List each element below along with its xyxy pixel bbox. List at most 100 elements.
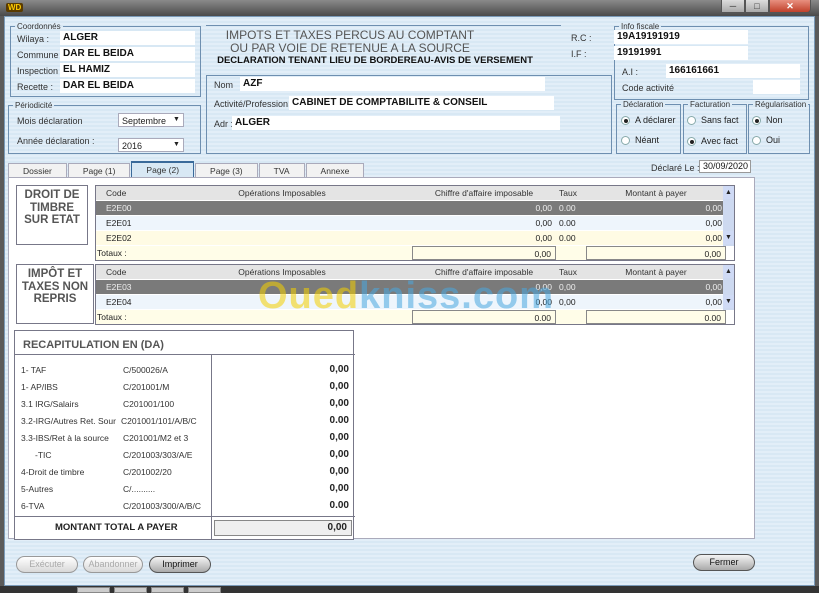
maximize-button[interactable]: □ [745,0,769,13]
radio-a-declarer[interactable]: A déclarer [621,115,676,125]
abandonner-button[interactable]: Abandonner [83,556,143,573]
recap-amount: 0,00 [329,381,349,392]
commune-field[interactable]: DAR EL BEIDA [60,47,195,61]
executer-button[interactable]: Exécuter [16,556,78,573]
recap-name: 1- AP/IBS [21,382,58,392]
impot-non-repris-grid: Code Opérations Imposables Chiffre d'aff… [95,264,735,325]
table-row[interactable]: E2E02 0,00 0.00 0,00 [96,231,726,245]
coordonnees-legend: Coordonnés [17,22,61,31]
cell-operation[interactable] [152,280,412,294]
col-taux[interactable]: Taux [556,186,586,200]
header-divider [206,25,561,26]
recette-field[interactable]: DAR EL BEIDA [60,79,195,93]
col-operations[interactable]: Opérations Imposables [152,265,412,279]
scroll-up-icon[interactable]: ▲ [723,265,734,278]
activite-field[interactable]: CABINET DE COMPTABILITE & CONSEIL [289,96,554,110]
radio-avec-fact[interactable]: Avec fact [687,136,738,146]
cell-chiffre[interactable]: 0,00 [412,295,556,309]
col-operations[interactable]: Opérations Imposables [152,186,412,200]
tab-dossier[interactable]: Dossier [8,163,67,178]
scroll-up-icon[interactable]: ▲ [723,186,734,199]
radio-non[interactable]: Non [752,115,783,125]
chevron-down-icon[interactable]: ▼ [171,140,182,150]
cell-chiffre[interactable]: 0,00 [412,216,556,230]
tab-tva[interactable]: TVA [258,163,305,178]
tab-page-2[interactable]: Page (2) [131,161,195,178]
wilaya-field[interactable]: ALGER [60,31,195,45]
recap-name: 1- TAF [21,365,47,375]
recap-name: 6-TVA [21,501,45,511]
fermer-button[interactable]: Fermer [693,554,755,571]
col-chiffre[interactable]: Chiffre d'affaire imposable [412,186,556,200]
vertical-scrollbar[interactable]: ▲ ▼ [723,265,734,310]
droit-timbre-grid: Code Opérations Imposables Chiffre d'aff… [95,185,735,261]
declare-le-field[interactable]: 30/09/2020 [699,160,751,173]
recap-name: 3.3-IBS/Ret à la source [21,433,109,443]
tab-annexe[interactable]: Annexe [305,163,365,178]
radio-neant[interactable]: Néant [621,135,659,145]
radio-dot [621,115,630,125]
cell-operation[interactable] [152,201,412,215]
cell-chiffre[interactable]: 0,00 [412,280,556,294]
ai-field[interactable]: 166161661 [666,64,800,78]
nom-label: Nom [214,80,234,90]
scroll-down-icon[interactable]: ▼ [723,295,734,308]
taskbar-button[interactable] [77,587,110,593]
if-label: I.F : [571,49,587,59]
if-field[interactable]: 19191991 [614,46,748,60]
impot-non-repris-title: IMPÔT ET TAXES NON REPRIS [16,264,94,324]
taskbar-button[interactable] [188,587,221,593]
table-row[interactable]: E2E01 0,00 0.00 0,00 [96,216,726,230]
cell-code: E2E01 [106,218,132,228]
table-row[interactable]: E2E03 0,00 0,00 0,00 [96,280,726,294]
radio-oui[interactable]: Oui [752,135,780,145]
col-code[interactable]: Code [96,186,152,200]
recap-row: 3.1 IRG/Salairs C201001/100 0,00 [21,396,349,412]
table-row[interactable]: E2E04 0,00 0,00 0,00 [96,295,726,309]
totals-row: Totaux : 0.00 0.00 [96,310,726,324]
close-button[interactable]: ✕ [769,0,811,13]
cell-chiffre[interactable]: 0,00 [412,231,556,245]
chevron-down-icon[interactable]: ▼ [171,115,182,125]
imprimer-button[interactable]: Imprimer [149,556,211,573]
col-chiffre[interactable]: Chiffre d'affaire imposable [412,265,556,279]
grid-header: Code Opérations Imposables Chiffre d'aff… [96,186,726,200]
recap-code: C/201001/M [123,382,170,392]
cell-operation[interactable] [152,216,412,230]
recap-row: -TIC C/201003/303/A/E 0,00 [21,447,349,463]
radio-label: Oui [766,135,781,145]
inspection-field[interactable]: EL HAMIZ [60,63,195,77]
grid-header: Code Opérations Imposables Chiffre d'aff… [96,265,726,279]
code-activite-field[interactable] [753,80,800,94]
radio-dot [752,135,761,145]
nom-field[interactable]: AZF [240,77,545,91]
radio-sans-fact[interactable]: Sans fact [687,115,739,125]
ai-label: A.I : [622,67,639,77]
taskbar-button[interactable] [151,587,184,593]
tab-page-1[interactable]: Page (1) [67,163,131,178]
taskbar-button[interactable] [114,587,147,593]
total-chiffre: 0,00 [412,246,556,260]
cell-operation[interactable] [152,231,412,245]
col-taux[interactable]: Taux [556,265,586,279]
col-code[interactable]: Code [96,265,152,279]
minimize-button[interactable]: ─ [721,0,745,13]
vertical-scrollbar[interactable]: ▲ ▼ [723,186,734,246]
col-montant[interactable]: Montant à payer [586,265,726,279]
recap-amount: 0,00 [329,432,349,443]
cell-operation[interactable] [152,295,412,309]
cell-chiffre[interactable]: 0,00 [412,201,556,215]
annee-select[interactable]: 2016 ▼ [118,138,184,152]
recap-amount: 0.00 [329,415,349,426]
radio-dot [621,135,630,145]
recap-total-divider [15,516,355,517]
col-montant[interactable]: Montant à payer [586,186,726,200]
table-row[interactable]: E2E00 0,00 0.00 0,00 [96,201,726,215]
mois-select[interactable]: Septembre ▼ [118,113,184,127]
recap-row: 4-Droit de timbre C/201002/20 0,00 [21,464,349,480]
rc-field[interactable]: 19A19191919 [614,30,748,44]
tab-page-3[interactable]: Page (3) [195,163,258,178]
adr-field[interactable]: ALGER [232,116,560,130]
scroll-down-icon[interactable]: ▼ [723,231,734,244]
droit-timbre-title: DROIT DE TIMBRE SUR ETAT [16,185,88,245]
